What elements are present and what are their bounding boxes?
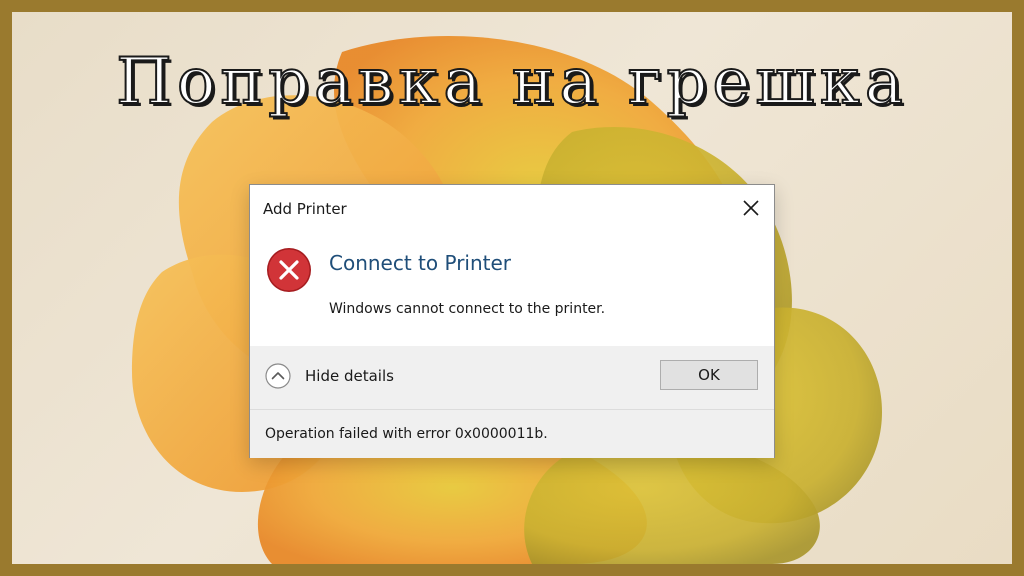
dialog-footer: Hide details OK Operation failed with er… — [250, 346, 774, 458]
close-button[interactable] — [732, 191, 770, 225]
ok-button[interactable]: OK — [660, 360, 758, 390]
footer-divider — [250, 409, 774, 410]
error-icon — [267, 248, 311, 292]
close-icon — [743, 200, 759, 216]
error-details-text: Operation failed with error 0x0000011b. — [265, 426, 548, 442]
chevron-up-icon — [265, 363, 291, 389]
thumbnail-frame: Поправка на грешка Add Printer Connect t… — [0, 0, 1024, 576]
add-printer-dialog: Add Printer Connect to Printer Windows c… — [249, 184, 775, 458]
dialog-message: Windows cannot connect to the printer. — [329, 301, 606, 317]
dialog-heading: Connect to Printer — [329, 251, 512, 275]
hide-details-toggle[interactable]: Hide details — [265, 362, 394, 390]
dialog-title: Add Printer — [263, 200, 347, 218]
dialog-titlebar: Add Printer — [250, 185, 774, 231]
hide-details-label: Hide details — [305, 367, 394, 385]
page-headline: Поправка на грешка — [115, 45, 908, 119]
